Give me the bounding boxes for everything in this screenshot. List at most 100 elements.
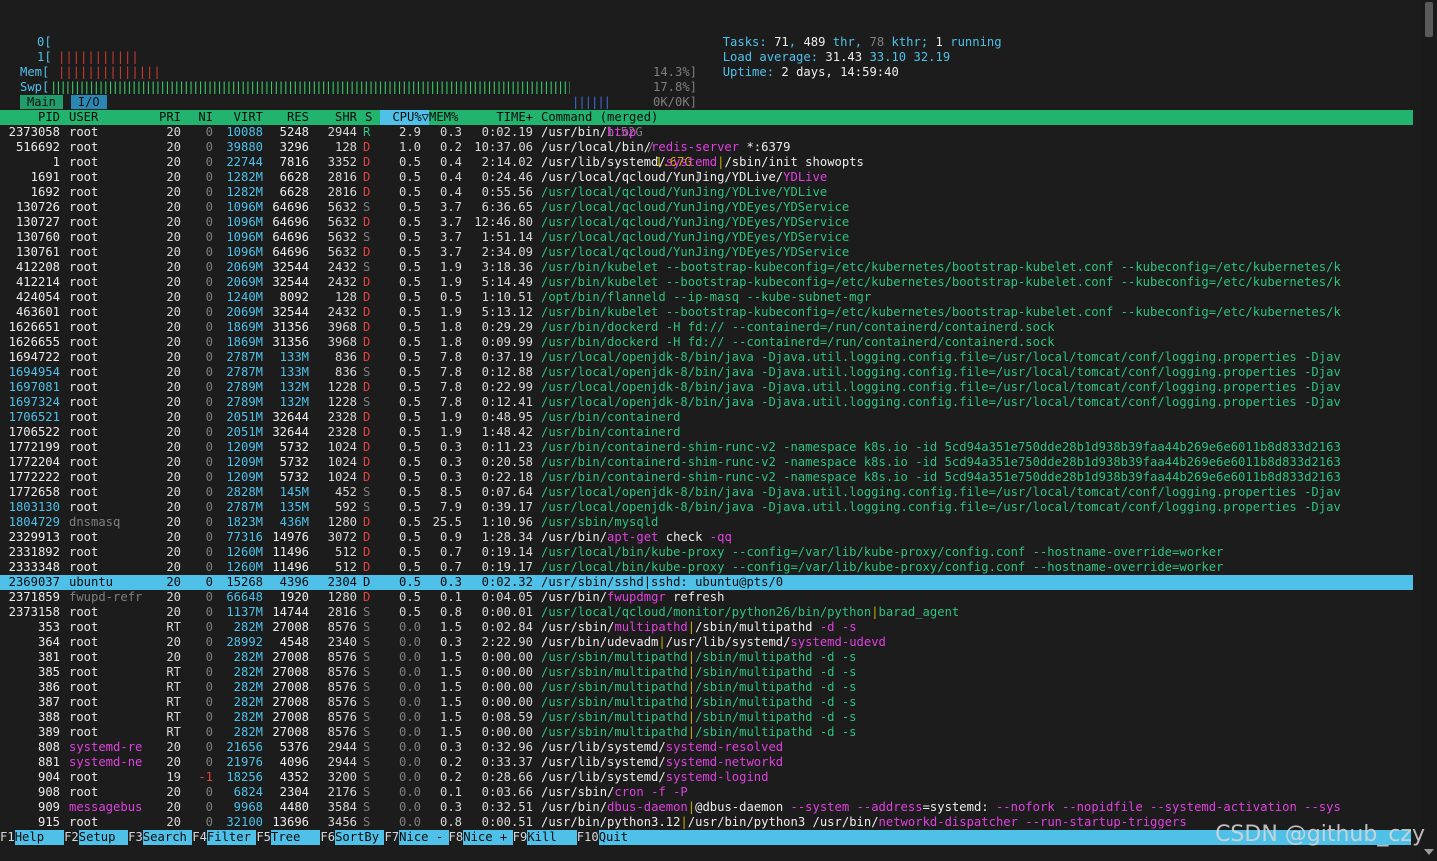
table-row[interactable]: 130727root2001096M646965632D0.53.712:46.… xyxy=(0,215,1413,230)
table-row[interactable]: 1626655root2001869M313563968D0.51.80:09.… xyxy=(0,335,1413,350)
table-row[interactable]: 130726root2001096M646965632S0.53.76:36.6… xyxy=(0,200,1413,215)
scroll-down-arrow-icon[interactable] xyxy=(1424,849,1434,855)
cell-mem: 0.4 xyxy=(425,155,462,170)
table-row[interactable]: 130760root2001096M646965632S0.53.71:51.1… xyxy=(0,230,1413,245)
table-row[interactable]: 2333348root2001260M11496512D0.50.70:19.1… xyxy=(0,560,1413,575)
table-row[interactable]: 915root20032100136963456S0.00.80:00.51/u… xyxy=(0,815,1413,830)
table-row[interactable]: 1root2002274478163352D0.50.42:14.02/usr/… xyxy=(0,155,1413,170)
cell-cpu: 0.0 xyxy=(380,665,421,680)
fkey-setup[interactable]: F2Setup xyxy=(64,830,128,845)
cell-cpu: 0.5 xyxy=(380,170,421,185)
table-row[interactable]: 909messagebus200996844803584S0.00.30:32.… xyxy=(0,800,1413,815)
scroll-thumb[interactable] xyxy=(1425,2,1433,37)
fkey-nice[interactable]: F8Nice + xyxy=(449,830,513,845)
col-res[interactable]: RES xyxy=(263,110,309,125)
table-row[interactable]: 424054root2001240M8092128D0.50.51:10.51/… xyxy=(0,290,1413,305)
cell-time: 0:07.64 xyxy=(465,485,533,500)
cell-time: 0:28.66 xyxy=(465,770,533,785)
table-row[interactable]: 1772204root2001209M57321024D0.50.30:20.5… xyxy=(0,455,1413,470)
table-row[interactable]: 908root200682423042176S0.00.10:03.66/usr… xyxy=(0,785,1413,800)
table-row[interactable]: 2331892root2001260M11496512D0.50.70:19.1… xyxy=(0,545,1413,560)
cell-res: 5732 xyxy=(263,470,309,485)
table-row[interactable]: 364root2002899245482340S0.00.32:22.90/us… xyxy=(0,635,1413,650)
cell-time: 0:00.00 xyxy=(465,680,533,695)
table-row[interactable]: 1694954root2002787M133M836S0.57.80:12.88… xyxy=(0,365,1413,380)
col-virt[interactable]: VIRT xyxy=(218,110,263,125)
command-segment: | xyxy=(688,710,695,724)
cell-user: systemd-ne xyxy=(69,755,159,770)
col-cpu-sorted[interactable]: CPU%▽ xyxy=(380,110,429,125)
table-row[interactable]: 881systemd-ne2002197640962944S0.00.20:33… xyxy=(0,755,1413,770)
table-row[interactable]: 1692root2001282M66282816D0.50.40:55.56/u… xyxy=(0,185,1413,200)
table-row[interactable]: 1691root2001282M66282816D0.50.40:24.46/u… xyxy=(0,170,1413,185)
table-row[interactable]: 2371859fwupd-refr2006664819201280D0.50.1… xyxy=(0,590,1413,605)
scrollbar[interactable] xyxy=(1421,0,1437,861)
table-row[interactable]: 2373158root2001137M147442816S0.50.80:00.… xyxy=(0,605,1413,620)
table-row[interactable]: 1626651root2001869M313563968D0.51.80:29.… xyxy=(0,320,1413,335)
command-segment: systemd xyxy=(666,155,717,169)
table-row[interactable]: 353rootRT0282M270088576S0.01.50:02.84/us… xyxy=(0,620,1413,635)
table-row[interactable]: 1772199root2001209M57321024D0.50.30:11.2… xyxy=(0,440,1413,455)
table-row[interactable]: 904root19-11825643523200S0.00.20:28.66/u… xyxy=(0,770,1413,785)
table-row[interactable]: 1706521root2002051M326442328D0.51.90:48.… xyxy=(0,410,1413,425)
col-shr[interactable]: SHR xyxy=(310,110,357,125)
cell-pri: 20 xyxy=(150,350,181,365)
table-row[interactable]: 1706522root2002051M326442328D0.51.91:48.… xyxy=(0,425,1413,440)
table-row[interactable]: 381root200282M270088576S0.01.50:00.00/us… xyxy=(0,650,1413,665)
command-segment: /usr/bin/kubelet --bootstrap-kubeconfig=… xyxy=(541,260,1341,274)
cell-mem: 1.8 xyxy=(425,335,462,350)
table-row[interactable]: 2373058root2001008852482944R2.90.30:02.1… xyxy=(0,125,1413,140)
table-row[interactable]: 463601root2002069M325442432D0.51.95:13.1… xyxy=(0,305,1413,320)
table-row[interactable]: 389rootRT0282M270088576S0.01.50:00.00/us… xyxy=(0,725,1413,740)
table-row[interactable]: 412214root2002069M325442432D0.51.95:14.4… xyxy=(0,275,1413,290)
fkey-nice[interactable]: F7Nice - xyxy=(384,830,448,845)
table-row[interactable]: 808systemd-re2002165653762944S0.00.30:32… xyxy=(0,740,1413,755)
fkey-sortby[interactable]: F6SortBy xyxy=(320,830,384,845)
table-row[interactable]: 1694722root2002787M133M836D0.57.80:37.19… xyxy=(0,350,1413,365)
table-row[interactable]: 412208root2002069M325442432S0.51.93:18.3… xyxy=(0,260,1413,275)
fkey-search[interactable]: F3Search xyxy=(128,830,192,845)
fkey-tree[interactable]: F5Tree xyxy=(256,830,320,845)
command-segment: | xyxy=(688,695,695,709)
table-row[interactable]: 385rootRT0282M270088576S0.01.50:00.00/us… xyxy=(0,665,1413,680)
tab-io[interactable]: I/O xyxy=(71,95,107,109)
cell-s: D xyxy=(363,470,373,485)
cell-virt: 1096M xyxy=(218,245,263,260)
cell-s: S xyxy=(363,695,373,710)
tab-main[interactable]: Main xyxy=(20,95,63,109)
table-row[interactable]: 386rootRT0282M270088576S0.01.50:00.00/us… xyxy=(0,680,1413,695)
command-segment: /usr/local/openjdk-8/bin/java -Djava.uti… xyxy=(541,395,1341,409)
fkey-kill[interactable]: F9Kill xyxy=(513,830,577,845)
table-row[interactable]: 516692root200398803296128D1.00.210:37.06… xyxy=(0,140,1413,155)
table-row[interactable]: 130761root2001096M646965632D0.53.72:34.0… xyxy=(0,245,1413,260)
table-row[interactable]: 1772222root2001209M57321024D0.50.30:22.1… xyxy=(0,470,1413,485)
col-command[interactable]: Command (merged) xyxy=(541,110,658,125)
table-row[interactable]: 1803130root2002787M135M592S0.57.90:39.17… xyxy=(0,500,1413,515)
cell-cpu: 0.0 xyxy=(380,755,421,770)
col-pri[interactable]: PRI xyxy=(150,110,181,125)
cell-virt: 66648 xyxy=(218,590,263,605)
table-row[interactable]: 2329913root20077316149763072D0.50.91:28.… xyxy=(0,530,1413,545)
table-row[interactable]: 1772658root2002828M145M452S0.58.50:07.64… xyxy=(0,485,1413,500)
table-row[interactable]: 1697324root2002789M132M1228S0.57.80:12.4… xyxy=(0,395,1413,410)
fkey-filter[interactable]: F4Filter xyxy=(192,830,256,845)
col-state[interactable]: S xyxy=(365,110,372,125)
fkey-help[interactable]: F1Help xyxy=(0,830,64,845)
table-row[interactable]: 1804729dnsmasq2001823M436M1280D0.525.51:… xyxy=(0,515,1413,530)
cell-pri: 20 xyxy=(150,425,181,440)
cell-user: root xyxy=(69,215,159,230)
table-row[interactable]: 1697081root2002789M132M1228D0.57.80:22.9… xyxy=(0,380,1413,395)
col-user[interactable]: USER xyxy=(69,110,98,125)
table-row-selected[interactable]: 2369037ubuntu2001526843962304D0.50.30:02… xyxy=(0,575,1413,590)
col-ni[interactable]: NI xyxy=(186,110,213,125)
col-mem[interactable]: MEM% xyxy=(429,110,458,125)
table-row[interactable]: 388rootRT0282M270088576S0.01.50:08.59/us… xyxy=(0,710,1413,725)
cell-time: 0:55.56 xyxy=(465,185,533,200)
cell-res: 3296 xyxy=(263,140,309,155)
table-row[interactable]: 387rootRT0282M270088576S0.01.50:00.00/us… xyxy=(0,695,1413,710)
cell-s: D xyxy=(363,575,373,590)
col-pid[interactable]: PID xyxy=(0,110,60,125)
cell-command: /usr/bin/kubelet --bootstrap-kubeconfig=… xyxy=(541,275,1413,290)
cell-shr: 8576 xyxy=(310,650,357,665)
col-time[interactable]: TIME+ xyxy=(465,110,533,125)
